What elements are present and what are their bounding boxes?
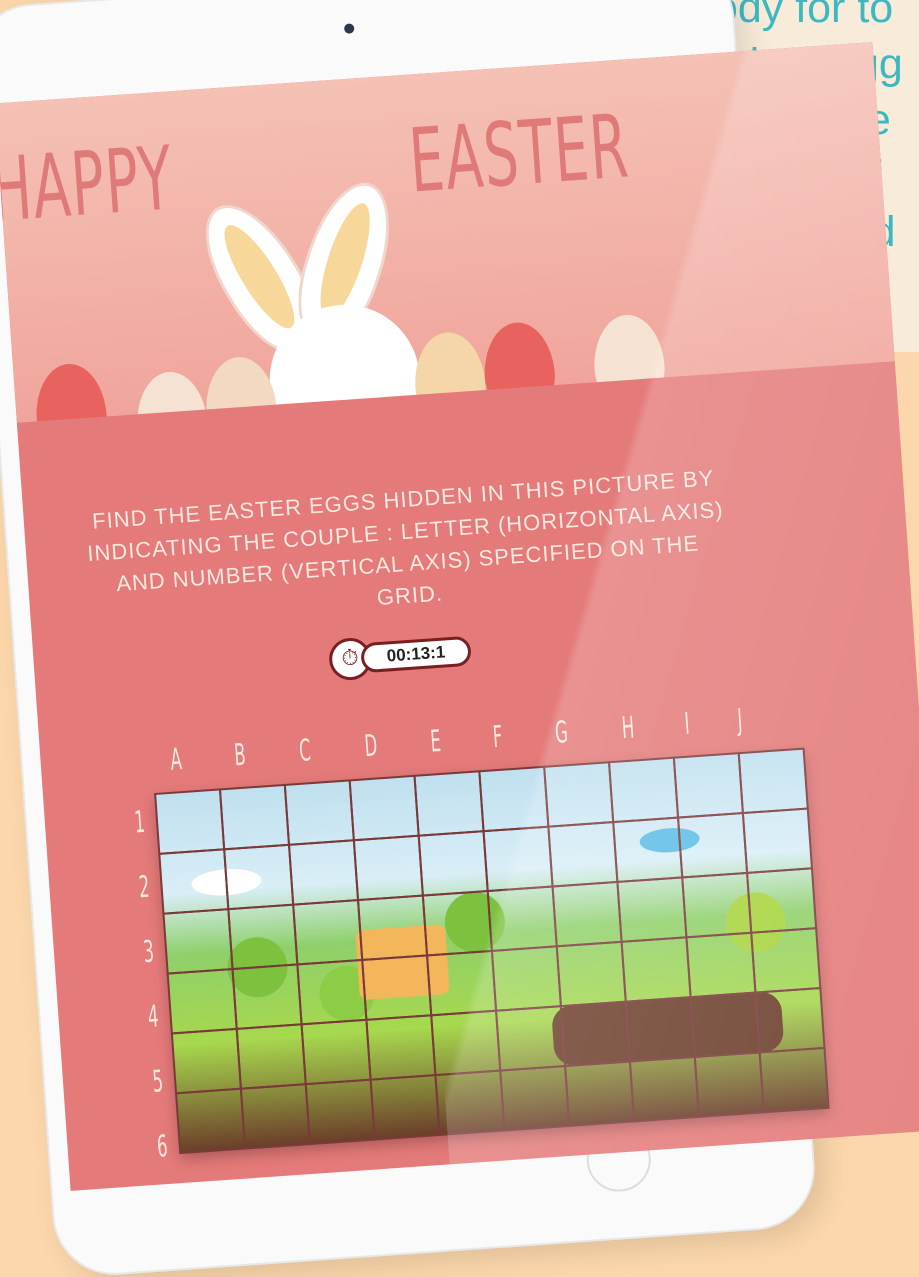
grid-cell-F5[interactable] [495, 1005, 567, 1072]
grid-cell-C3[interactable] [292, 899, 364, 966]
grid-cell-H3[interactable] [616, 876, 688, 943]
grid-cell-C1[interactable] [283, 779, 355, 846]
column-label: J [736, 702, 744, 739]
hidden-egg-picture [154, 747, 830, 1155]
grid-cell-D1[interactable] [348, 774, 420, 842]
grid-cell-D2[interactable] [352, 834, 424, 902]
tablet-device: HAPPY EASTER Find the Easter eggs hidden… [0, 0, 919, 1277]
column-label: E [428, 723, 442, 760]
row-label: 1 [133, 804, 147, 841]
grid-cell-B5[interactable] [235, 1023, 307, 1090]
grid-cell-B4[interactable] [231, 963, 303, 1030]
grid-cell-I2[interactable] [676, 811, 749, 879]
grid-cell-I1[interactable] [672, 752, 744, 819]
grid-cell-A6[interactable] [174, 1087, 247, 1155]
grid-cell-A2[interactable] [158, 848, 230, 915]
grid-cell-I4[interactable] [685, 931, 757, 999]
grid-cell-A5[interactable] [170, 1027, 242, 1095]
column-label: H [620, 710, 636, 747]
game-screen: HAPPY EASTER Find the Easter eggs hidden… [0, 42, 919, 1191]
grid-cell-B2[interactable] [223, 843, 295, 911]
column-label: C [297, 733, 312, 769]
row-label: 6 [155, 1129, 169, 1165]
grid-cell-I5[interactable] [689, 991, 761, 1059]
grid-cell-C4[interactable] [296, 958, 368, 1026]
grid-cell-G4[interactable] [555, 940, 627, 1008]
column-label: F [491, 719, 504, 756]
grid-cell-D3[interactable] [356, 894, 429, 962]
grid-cell-G5[interactable] [559, 1000, 632, 1068]
row-label: 4 [146, 999, 160, 1035]
title-easter: EASTER [406, 94, 633, 213]
grid-cell-F3[interactable] [486, 885, 558, 952]
grid-cell-J2[interactable] [741, 807, 813, 874]
grid-cell-G3[interactable] [551, 880, 623, 948]
grid-cell-I3[interactable] [681, 871, 753, 939]
grid-cell-J4[interactable] [750, 927, 822, 994]
camera-icon [343, 23, 355, 34]
row-label: 3 [142, 934, 156, 971]
grid-cell-I6[interactable] [693, 1051, 765, 1118]
grid-cell-D6[interactable] [369, 1074, 441, 1141]
grid-cell-E6[interactable] [434, 1069, 506, 1137]
column-label: I [683, 706, 692, 742]
grid-cell-E1[interactable] [413, 770, 485, 837]
column-label: G [553, 715, 569, 751]
row-label: 2 [137, 869, 151, 906]
column-label: A [169, 742, 183, 778]
instructions-text: Find the Easter eggs hidden in this pict… [86, 465, 725, 611]
grid-cell-C6[interactable] [304, 1078, 376, 1146]
countdown-timer: ⏱ 00:13:1 [327, 629, 481, 682]
timer-value: 00:13:1 [360, 635, 472, 674]
grid-cell-J5[interactable] [754, 987, 826, 1054]
grid-cell-J1[interactable] [737, 747, 809, 815]
grid-cell-H2[interactable] [612, 816, 684, 884]
grid-cell-H6[interactable] [628, 1055, 701, 1123]
grid-cell-B6[interactable] [239, 1083, 312, 1150]
grid-cell-G6[interactable] [564, 1060, 636, 1127]
grid-cell-G2[interactable] [547, 821, 619, 888]
grid-cell-F6[interactable] [499, 1064, 571, 1132]
grid-cell-C2[interactable] [287, 839, 360, 906]
column-label: D [363, 728, 379, 765]
grid-cell-H1[interactable] [607, 756, 680, 824]
grid-cell-E4[interactable] [425, 949, 498, 1017]
grid-cell-F2[interactable] [482, 825, 554, 893]
grid-cell-F4[interactable] [490, 945, 562, 1012]
grid-cell-B3[interactable] [227, 903, 299, 971]
grid-cell-D4[interactable] [361, 954, 433, 1021]
column-label: B [233, 737, 248, 774]
grid-cell-A4[interactable] [166, 967, 238, 1035]
answer-grid[interactable] [154, 747, 830, 1155]
grid-cell-E2[interactable] [417, 830, 489, 897]
grid-cell-G1[interactable] [543, 761, 615, 828]
grid-cell-D5[interactable] [365, 1014, 437, 1081]
grid-cell-A3[interactable] [162, 908, 234, 975]
row-label: 5 [151, 1064, 165, 1100]
grid-cell-J3[interactable] [746, 867, 818, 934]
title-happy: HAPPY [0, 126, 177, 242]
grid-cell-H4[interactable] [620, 936, 692, 1003]
grid-cell-F1[interactable] [478, 765, 550, 833]
grid-cell-E3[interactable] [421, 889, 493, 957]
grid-cell-B1[interactable] [218, 783, 291, 851]
grid-cell-J6[interactable] [758, 1046, 830, 1114]
grid-cell-C5[interactable] [300, 1018, 372, 1086]
grid-cell-A1[interactable] [154, 788, 226, 855]
grid-cell-E5[interactable] [430, 1009, 502, 1077]
grid-cell-H5[interactable] [624, 996, 696, 1063]
